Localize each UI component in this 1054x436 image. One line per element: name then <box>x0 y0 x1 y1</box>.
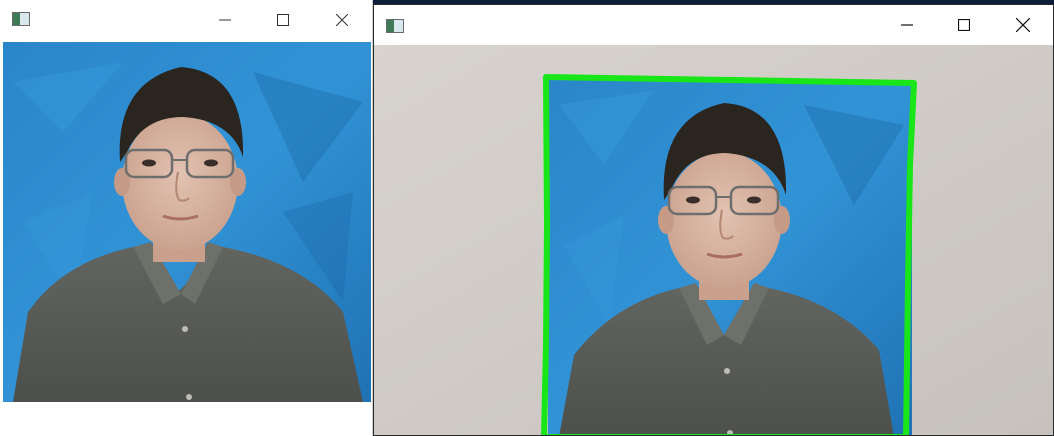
maximize-icon <box>277 14 289 26</box>
person-photo-cropped <box>3 42 371 402</box>
title-bar[interactable] <box>374 5 1053 45</box>
maximize-button[interactable] <box>260 0 306 40</box>
minimize-icon <box>219 19 231 21</box>
close-button[interactable] <box>1000 5 1046 45</box>
camera-frame <box>374 45 1053 435</box>
camera-photo <box>374 45 1053 435</box>
app-icon <box>386 19 404 33</box>
minimize-button[interactable] <box>884 5 930 45</box>
app-icon <box>12 12 30 26</box>
close-icon <box>1016 18 1030 32</box>
close-button[interactable] <box>319 0 365 40</box>
minimize-button[interactable] <box>202 0 248 40</box>
title-bar[interactable] <box>0 0 372 40</box>
maximize-icon <box>958 19 970 31</box>
window-bottom-padding <box>0 402 372 436</box>
close-icon <box>336 14 348 26</box>
minimize-icon <box>901 24 913 26</box>
maximize-button[interactable] <box>941 5 987 45</box>
camera-window <box>373 4 1054 436</box>
cropped-photo <box>3 42 371 402</box>
cropped-image-window <box>0 0 373 436</box>
